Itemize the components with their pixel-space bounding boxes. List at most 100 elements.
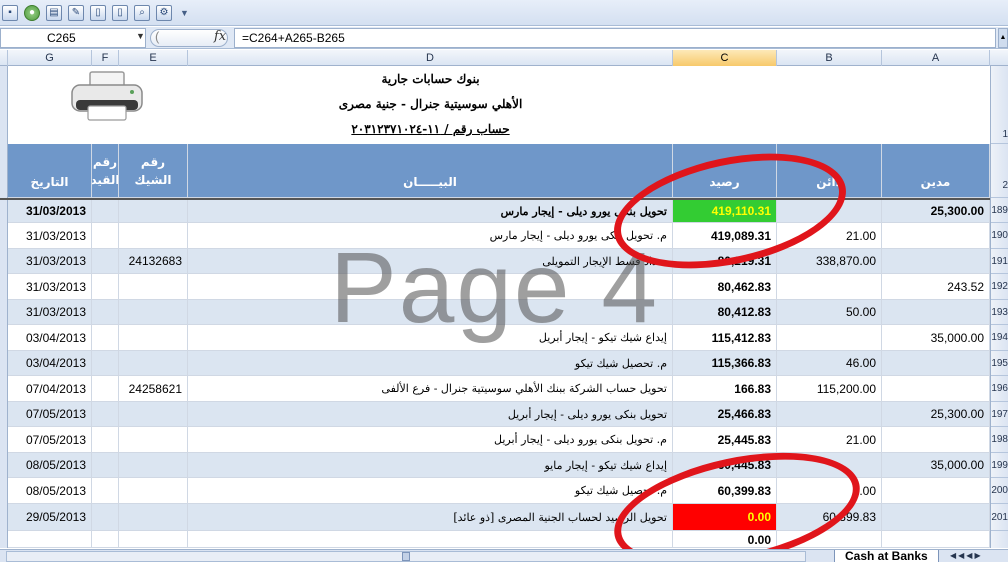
cell-debit[interactable]: 35,000.00 bbox=[882, 453, 990, 478]
cell-credit[interactable]: 46.00 bbox=[777, 351, 882, 376]
cell-entry[interactable] bbox=[92, 325, 119, 351]
cell-cheque[interactable] bbox=[119, 453, 188, 478]
cell-balance[interactable]: 60,445.83 bbox=[673, 453, 777, 478]
formula-input[interactable]: =C264+A265-B265 bbox=[234, 28, 996, 48]
row-header[interactable]: 200 bbox=[991, 478, 1008, 504]
horizontal-scrollbar[interactable] bbox=[6, 551, 806, 562]
row-header[interactable]: 195 bbox=[991, 351, 1008, 376]
cell-cheque[interactable] bbox=[119, 531, 188, 548]
cell-debit[interactable] bbox=[882, 249, 990, 274]
cell-date[interactable] bbox=[8, 531, 92, 548]
cell-description[interactable] bbox=[188, 300, 673, 325]
cell-date[interactable]: 31/03/2013 bbox=[8, 200, 92, 223]
table-row[interactable]: 31/03/2013 تحويل بنكى يورو ديلى - إيجار … bbox=[0, 198, 990, 223]
cell-cheque[interactable] bbox=[119, 325, 188, 351]
cell-entry[interactable] bbox=[92, 223, 119, 249]
cell-debit[interactable] bbox=[882, 531, 990, 548]
cell-entry[interactable] bbox=[92, 402, 119, 427]
settings-icon[interactable]: ⚙ bbox=[156, 4, 172, 21]
cell-entry[interactable] bbox=[92, 300, 119, 325]
cell-debit[interactable] bbox=[882, 351, 990, 376]
cell-credit[interactable] bbox=[777, 402, 882, 427]
cell-debit[interactable] bbox=[882, 223, 990, 249]
cell-credit[interactable]: 115,200.00 bbox=[777, 376, 882, 402]
cell-cheque[interactable] bbox=[119, 300, 188, 325]
formula-bar-expand-icon[interactable]: ▲ bbox=[998, 28, 1008, 48]
cell-description[interactable]: إيداع شيك تيكو - إيجار أبريل bbox=[188, 325, 673, 351]
cell-credit[interactable] bbox=[777, 531, 882, 548]
cell-debit[interactable] bbox=[882, 504, 990, 531]
sheet-nav-arrows-icon[interactable]: ◀◀◀▶ bbox=[950, 551, 983, 560]
cell-entry[interactable] bbox=[92, 427, 119, 453]
row-header[interactable]: 189 bbox=[991, 198, 1008, 223]
cell-description[interactable]: تحويل بنكى يورو ديلى - إيجار أبريل bbox=[188, 402, 673, 427]
cell-balance[interactable]: 0.00 bbox=[673, 531, 777, 548]
cell-credit[interactable]: 60,399.83 bbox=[777, 504, 882, 531]
cell-entry[interactable] bbox=[92, 531, 119, 548]
cell-debit[interactable]: 35,000.00 bbox=[882, 325, 990, 351]
cell-cheque[interactable] bbox=[119, 274, 188, 300]
cell-balance[interactable]: 80,219.31 bbox=[673, 249, 777, 274]
row-header[interactable]: 1 bbox=[991, 66, 1008, 144]
cell-debit[interactable] bbox=[882, 300, 990, 325]
cell-cheque[interactable] bbox=[119, 402, 188, 427]
cell-cheque[interactable] bbox=[119, 200, 188, 223]
cell-date[interactable]: 07/04/2013 bbox=[8, 376, 92, 402]
cell-credit[interactable] bbox=[777, 274, 882, 300]
document-copy-icon[interactable]: ▯ bbox=[112, 4, 128, 21]
cell-credit[interactable]: 21.00 bbox=[777, 223, 882, 249]
cell-description[interactable]: سداد قسط الإيجار التمويلى bbox=[188, 249, 673, 274]
row-header[interactable]: 193 bbox=[991, 300, 1008, 325]
cell-date[interactable]: 03/04/2013 bbox=[8, 325, 92, 351]
scrollbar-thumb[interactable] bbox=[402, 552, 410, 561]
table-row[interactable]: 08/05/2013 إيداع شيك تيكو - إيجار مايو 6… bbox=[0, 453, 990, 478]
cell-date[interactable]: 07/05/2013 bbox=[8, 402, 92, 427]
cell-description[interactable]: تحويل بنكى يورو ديلى - إيجار مارس bbox=[188, 200, 673, 223]
format-painter-icon[interactable]: ✎ bbox=[68, 4, 84, 21]
cell-balance[interactable]: 80,462.83 bbox=[673, 274, 777, 300]
refresh-icon[interactable]: ● bbox=[24, 4, 40, 21]
cell-debit[interactable] bbox=[882, 376, 990, 402]
cell-balance[interactable]: 0.00 bbox=[673, 504, 777, 531]
paste-icon[interactable]: ▤ bbox=[46, 4, 62, 21]
cell-balance[interactable]: 166.83 bbox=[673, 376, 777, 402]
table-row[interactable]: 29/05/2013 تحويل الرصيد لحساب الجنية الم… bbox=[0, 504, 990, 531]
row-header[interactable]: 199 bbox=[991, 453, 1008, 478]
cell-balance[interactable]: 419,089.31 bbox=[673, 223, 777, 249]
cell-cheque[interactable] bbox=[119, 478, 188, 504]
cell-balance[interactable]: 115,366.83 bbox=[673, 351, 777, 376]
name-box[interactable]: C265 bbox=[0, 28, 146, 48]
customize-toolbar-icon[interactable]: ▼ bbox=[180, 8, 189, 18]
cell-cheque[interactable] bbox=[119, 223, 188, 249]
table-row[interactable]: 03/04/2013 م. تحصيل شيك تيكو 115,366.83 … bbox=[0, 351, 990, 376]
table-row[interactable]: 07/05/2013 تحويل بنكى يورو ديلى - إيجار … bbox=[0, 402, 990, 427]
cell-date[interactable]: 08/05/2013 bbox=[8, 453, 92, 478]
cell-entry[interactable] bbox=[92, 274, 119, 300]
cell-credit[interactable] bbox=[777, 200, 882, 223]
cell-cheque[interactable]: 24132683 bbox=[119, 249, 188, 274]
table-row[interactable]: 31/03/2013 24132683 سداد قسط الإيجار الت… bbox=[0, 249, 990, 274]
row-header[interactable]: 197 bbox=[991, 402, 1008, 427]
cell-description[interactable] bbox=[188, 531, 673, 548]
column-header-f[interactable]: F bbox=[92, 50, 119, 66]
cell-credit[interactable]: 338,870.00 bbox=[777, 249, 882, 274]
row-header[interactable]: 196 bbox=[991, 376, 1008, 402]
row-header[interactable]: 191 bbox=[991, 249, 1008, 274]
cell-date[interactable]: 31/03/2013 bbox=[8, 274, 92, 300]
row-header[interactable]: 192 bbox=[991, 274, 1008, 300]
cell-entry[interactable] bbox=[92, 376, 119, 402]
cell-date[interactable]: 31/03/2013 bbox=[8, 223, 92, 249]
cell-debit[interactable]: 25,300.00 bbox=[882, 402, 990, 427]
cell-debit[interactable] bbox=[882, 427, 990, 453]
table-row[interactable]: 08/05/2013 م. تحصيل شيك تيكو 60,399.83 .… bbox=[0, 478, 990, 504]
cell-cheque[interactable] bbox=[119, 504, 188, 531]
cell-description[interactable]: م. تحويل بنكى يورو ديلى - إيجار أبريل bbox=[188, 427, 673, 453]
cancel-formula-icon[interactable]: ( bbox=[155, 29, 159, 44]
cell-entry[interactable] bbox=[92, 200, 119, 223]
cell-date[interactable]: 07/05/2013 bbox=[8, 427, 92, 453]
cell-credit[interactable]: .00 bbox=[777, 478, 882, 504]
cell-credit[interactable]: 21.00 bbox=[777, 427, 882, 453]
table-row[interactable]: 31/03/2013 80,462.83 243.52 bbox=[0, 274, 990, 300]
column-header-e[interactable]: E bbox=[119, 50, 188, 66]
cell-cheque[interactable]: 24258621 bbox=[119, 376, 188, 402]
